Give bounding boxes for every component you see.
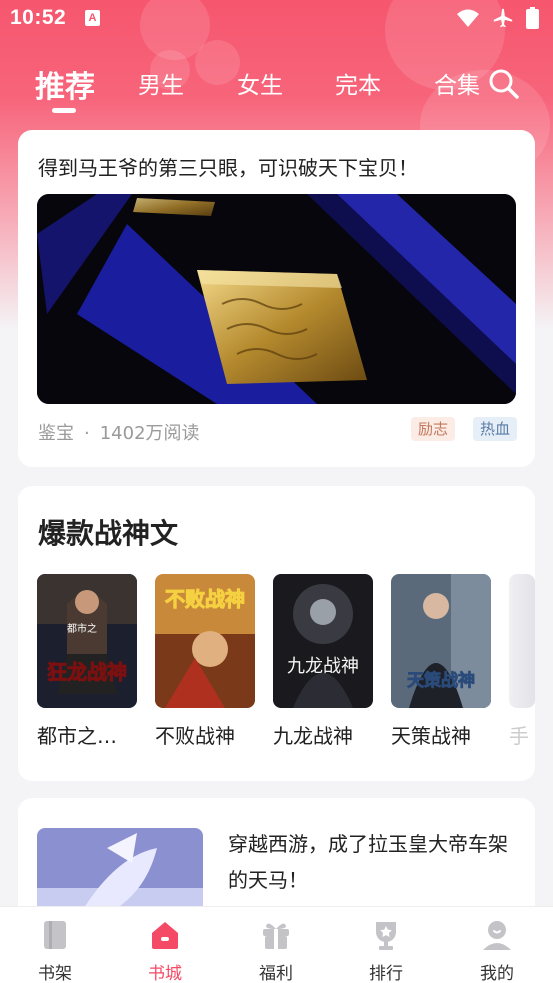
book-cover[interactable]: 不败战神 <box>155 574 255 708</box>
book-name: 都市之… <box>37 724 117 748</box>
search-icon[interactable] <box>488 68 520 100</box>
recommend-description: 穿越西游，成了拉玉皇大帝车架的天马！ <box>228 832 508 892</box>
featured-book-card[interactable]: 得到马王爷的第三只眼，可识破天下宝贝！ 鉴宝 · 1402万阅读 励志 热血 <box>18 130 535 467</box>
status-time: 10:52 <box>10 6 67 29</box>
section-title: 爆款战神文 <box>38 517 179 550</box>
featured-meta: 鉴宝 · 1402万阅读 <box>38 419 200 445</box>
nav-ranking[interactable]: 排行 <box>331 907 441 983</box>
trophy-icon <box>376 922 396 950</box>
nav-label: 书城 <box>148 964 182 983</box>
bookshelf-icon <box>44 921 66 949</box>
tag-motivational[interactable]: 励志 <box>411 417 456 441</box>
battery-icon <box>526 7 539 29</box>
book-cover[interactable] <box>509 574 535 708</box>
bottom-nav: 书架 书城 福利 排行 我的 <box>0 906 553 983</box>
notification-badge: A <box>85 10 100 26</box>
tab-female[interactable]: 女生 <box>237 66 283 100</box>
book-name: 不败战神 <box>155 724 235 748</box>
tab-recommend[interactable]: 推荐 <box>35 62 95 106</box>
book-cover[interactable]: 天策战神 <box>391 574 491 708</box>
book-item[interactable]: 天策战神 天策战神 <box>391 574 491 749</box>
nav-welfare[interactable]: 福利 <box>221 907 331 983</box>
profile-icon <box>483 921 511 950</box>
book-cover-title: 狂龙战神 <box>47 660 127 684</box>
book-name: 手 <box>509 724 529 748</box>
book-cover[interactable]: 狂龙战神 都市之 <box>37 574 137 708</box>
book-cover-title: 九龙战神 <box>287 656 359 677</box>
featured-reads: 1402万阅读 <box>99 423 200 444</box>
book-cover-title: 天策战神 <box>407 670 475 691</box>
nav-profile[interactable]: 我的 <box>442 907 552 983</box>
top-nav: 推荐 男生 女生 完本 合集 <box>0 58 553 118</box>
meta-separator: · <box>84 423 90 444</box>
nav-bookstore[interactable]: 书城 <box>110 907 220 983</box>
wifi-icon <box>457 9 479 27</box>
book-item[interactable]: 九龙战神 九龙战神 <box>273 574 373 749</box>
airplane-icon <box>493 8 513 28</box>
tag-passion[interactable]: 热血 <box>473 417 518 441</box>
home-icon <box>152 922 178 949</box>
nav-bookshelf[interactable]: 书架 <box>0 907 110 983</box>
book-item[interactable]: 不败战神 不败战神 <box>155 574 255 749</box>
nav-label: 排行 <box>369 964 403 983</box>
book-name: 天策战神 <box>391 724 471 748</box>
nav-label: 我的 <box>480 964 514 983</box>
tab-collection[interactable]: 合集 <box>434 66 480 100</box>
book-cover-subtitle: 都市之 <box>67 622 97 635</box>
active-tab-indicator <box>52 108 76 113</box>
war-god-section: 爆款战神文 狂龙战神 都市之 都市之… 不败战神 不败战神 九龙战神 九龙战神 … <box>18 486 535 781</box>
featured-category: 鉴宝 <box>38 423 74 444</box>
book-item-partial[interactable]: 手 <box>509 574 535 749</box>
nav-label: 书架 <box>38 964 72 983</box>
book-name: 九龙战神 <box>273 724 353 748</box>
book-cover-title: 不败战神 <box>165 587 245 611</box>
status-bar: 10:52 A <box>0 0 553 38</box>
book-item[interactable]: 狂龙战神 都市之 都市之… <box>37 574 137 749</box>
gift-icon <box>263 923 289 949</box>
book-cover[interactable]: 九龙战神 <box>273 574 373 708</box>
nav-label: 福利 <box>259 964 293 983</box>
tab-male[interactable]: 男生 <box>138 66 184 100</box>
featured-title: 得到马王爷的第三只眼，可识破天下宝贝！ <box>38 156 418 180</box>
featured-cover-image[interactable] <box>37 194 516 404</box>
tab-completed[interactable]: 完本 <box>335 66 381 100</box>
